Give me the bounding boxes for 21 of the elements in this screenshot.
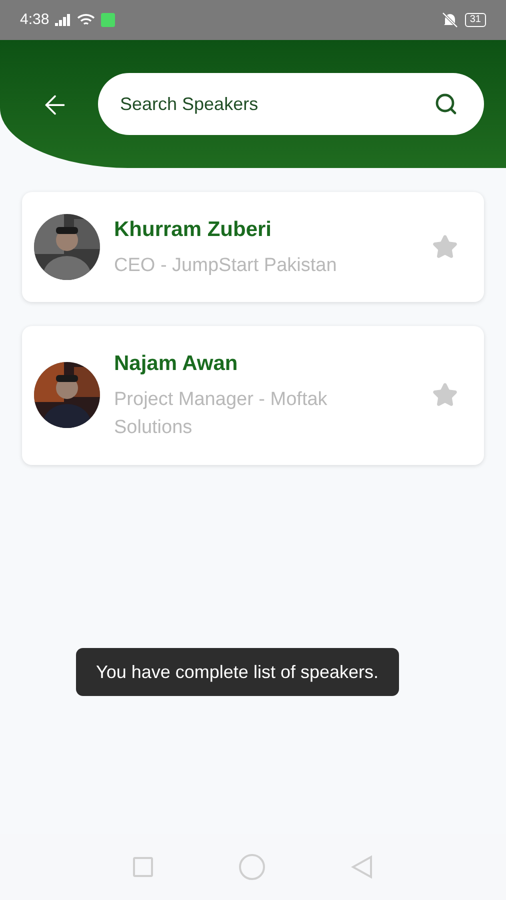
star-icon [432,234,458,260]
muted-bell-icon [440,12,459,28]
search-field[interactable]: Search Speakers [98,73,484,135]
battery-indicator: 31 [464,13,486,27]
speaker-card[interactable]: Khurram Zuberi CEO - JumpStart Pakistan [22,192,484,302]
back-triangle-icon[interactable] [351,855,373,879]
signal-icon [55,14,72,26]
wifi-icon [77,13,96,27]
status-time: 4:38 [20,10,50,30]
speaker-role: Project Manager - Moftak Solutions [114,388,328,440]
toast-message: You have complete list of speakers. [76,648,398,696]
recents-button[interactable] [133,857,153,877]
favorite-button[interactable] [432,234,458,260]
speaker-name: Khurram Zuberi [114,217,273,243]
speaker-role: CEO - JumpStart Pakistan [114,254,338,278]
home-button[interactable] [239,854,265,880]
speaker-name: Najam Awan [114,351,239,377]
search-icon [434,92,458,116]
speaker-card[interactable]: Najam Awan Project Manager - Moftak Solutions [22,326,484,464]
favorite-button[interactable] [432,382,458,408]
star-icon [432,382,458,408]
